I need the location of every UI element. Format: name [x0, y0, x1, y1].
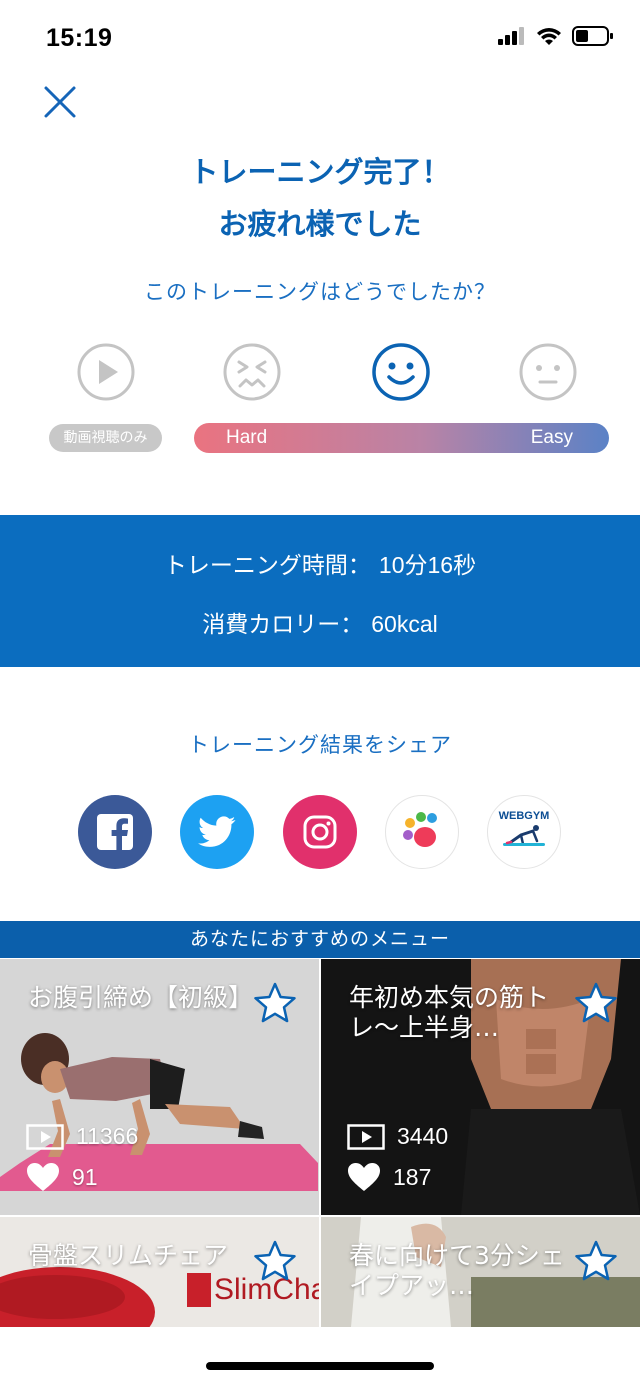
card-title: 骨盤スリムチェア	[28, 1241, 229, 1270]
like-count: 91	[26, 1162, 98, 1192]
struggle-face-icon	[223, 343, 281, 401]
battery-icon	[572, 26, 613, 46]
title-line-1: トレーニング完了！	[189, 155, 451, 189]
view-count: 3440	[347, 1123, 448, 1150]
status-icons	[498, 26, 614, 46]
star-icon	[575, 982, 617, 1023]
favorite-button[interactable]	[574, 1239, 618, 1283]
neutral-face-icon	[519, 343, 577, 401]
heart-icon	[348, 1163, 380, 1191]
view-count-value: 3440	[397, 1123, 449, 1149]
favorite-button[interactable]	[253, 1239, 297, 1283]
training-stats-panel: トレーニング時間： 10分16秒 消費カロリー： 60kcal	[0, 515, 640, 667]
favorite-button[interactable]	[253, 981, 297, 1025]
signal-icon	[498, 27, 524, 45]
hard-option[interactable]	[222, 342, 282, 402]
status-bar: 15:19	[0, 0, 640, 80]
like-count-value: 187	[393, 1163, 432, 1190]
star-icon	[254, 982, 296, 1023]
calorie-label: 消費カロリー：	[202, 612, 364, 638]
instagram-share-button[interactable]	[283, 795, 357, 869]
facebook-share-button[interactable]	[78, 795, 152, 869]
heart-icon	[27, 1163, 59, 1191]
easy-option[interactable]	[518, 342, 578, 402]
like-count: 187	[347, 1162, 431, 1192]
card-title: 春に向けて3分シェイプアッ…	[349, 1241, 565, 1300]
hard-label: Hard	[226, 427, 268, 448]
card-title: 年初め本気の筋トレ〜上半身…	[349, 983, 550, 1042]
share-label: トレーニング結果をシェア	[188, 733, 452, 757]
smile-face-icon	[372, 343, 430, 401]
card-title: お腹引締め【初級】	[28, 983, 254, 1012]
twitter-share-button[interactable]	[180, 795, 254, 869]
calorie-row: 消費カロリー： 60kcal	[0, 605, 640, 639]
video-icon	[26, 1123, 64, 1150]
close-icon	[44, 86, 76, 118]
recommendation-card-1[interactable]: お腹引締め【初級】 11366 91	[0, 959, 319, 1215]
calorie-value: 60kcal	[371, 611, 438, 637]
feedback-question: このトレーニングはどうでしたか？	[144, 280, 496, 304]
video-only-label: 動画視聴のみ	[49, 424, 162, 452]
favorite-button[interactable]	[574, 981, 618, 1025]
training-time-label: トレーニング時間：	[163, 553, 371, 579]
view-count: 11366	[26, 1123, 138, 1150]
close-button[interactable]	[38, 80, 82, 124]
training-time-row: トレーニング時間： 10分16秒	[0, 546, 640, 580]
title-line-2: お疲れ様でした	[218, 207, 422, 241]
paw-app-share-button[interactable]	[385, 795, 459, 869]
wifi-icon	[537, 28, 561, 45]
paw-app-icon	[403, 812, 437, 847]
star-icon	[575, 1240, 617, 1281]
like-count-value: 91	[72, 1163, 98, 1190]
twitter-icon	[198, 816, 236, 847]
easy-label: Easy	[530, 427, 573, 448]
play-icon	[77, 343, 135, 401]
video-only-option[interactable]	[76, 342, 136, 402]
recommendation-card-2[interactable]: 年初め本気の筋トレ〜上半身… 3440 187	[321, 959, 640, 1215]
difficulty-scale-bar[interactable]: Hard Easy	[194, 423, 609, 453]
status-time: 15:19	[46, 24, 113, 52]
star-icon	[254, 1240, 296, 1281]
webgym-logo-text: WEBGYM	[498, 810, 550, 822]
webgym-share-button[interactable]: WEBGYM	[487, 795, 561, 869]
recommendations-header: あなたにおすすめのメニュー	[0, 921, 640, 958]
good-option[interactable]	[371, 342, 431, 402]
recommendation-card-3[interactable]: SlimCha 骨盤スリムチェア	[0, 1217, 319, 1327]
webgym-icon	[503, 825, 545, 846]
training-time-value: 10分16秒	[378, 552, 477, 578]
recommendation-card-4[interactable]: 春に向けて3分シェイプアッ…	[321, 1217, 640, 1327]
facebook-icon	[97, 814, 133, 850]
instagram-icon	[303, 815, 337, 849]
video-icon	[347, 1123, 385, 1150]
view-count-value: 11366	[76, 1123, 139, 1149]
home-indicator[interactable]	[206, 1362, 434, 1370]
completion-title: トレーニング完了！ お疲れ様でした	[0, 146, 640, 250]
